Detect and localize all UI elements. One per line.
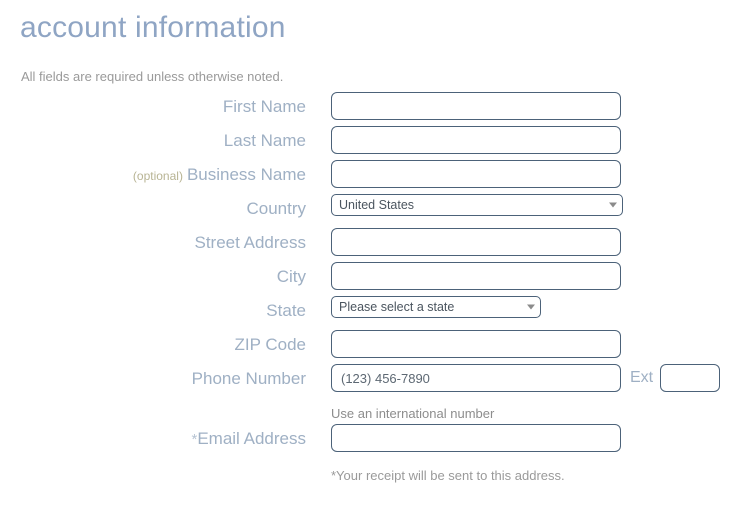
label-phone-number: Phone Number bbox=[0, 364, 306, 394]
account-information-page: account information All fields are requi… bbox=[0, 0, 755, 506]
form-row-business-name: (optional) Business Name bbox=[0, 160, 755, 194]
label-phone-number-text: Phone Number bbox=[191, 369, 306, 388]
field-country: United States bbox=[306, 194, 755, 216]
form-row-street-address: Street Address bbox=[0, 228, 755, 262]
label-last-name: Last Name bbox=[0, 126, 306, 156]
phone-number-input[interactable] bbox=[331, 364, 621, 392]
field-first-name bbox=[306, 92, 755, 120]
ext-label: Ext bbox=[630, 369, 654, 386]
international-number-link[interactable]: Use an international number bbox=[331, 406, 494, 422]
city-input[interactable] bbox=[331, 262, 621, 290]
label-country-text: Country bbox=[246, 199, 306, 218]
label-street-address: Street Address bbox=[0, 228, 306, 258]
label-business-name: (optional) Business Name bbox=[0, 160, 306, 191]
form-row-city: City bbox=[0, 262, 755, 296]
state-select[interactable]: Please select a state bbox=[331, 296, 541, 318]
state-select-value[interactable]: Please select a state bbox=[331, 296, 541, 318]
label-business-name-text: Business Name bbox=[186, 165, 306, 184]
form-row-state: State Please select a state bbox=[0, 296, 755, 330]
form-row-first-name: First Name bbox=[0, 92, 755, 126]
label-state: State bbox=[0, 296, 306, 326]
field-phone-number: Ext bbox=[306, 364, 755, 392]
account-information-form: First Name Last Name (optional) Business … bbox=[0, 92, 755, 458]
label-zip-code: ZIP Code bbox=[0, 330, 306, 360]
optional-tag-business-name: (optional) bbox=[132, 169, 183, 183]
form-row-country: Country United States bbox=[0, 194, 755, 228]
last-name-input[interactable] bbox=[331, 126, 621, 154]
label-first-name-text: First Name bbox=[222, 97, 306, 116]
business-name-input[interactable] bbox=[331, 160, 621, 188]
form-row-zip-code: ZIP Code bbox=[0, 330, 755, 364]
label-country: Country bbox=[0, 194, 306, 224]
field-city bbox=[306, 262, 755, 290]
label-zip-code-text: ZIP Code bbox=[234, 335, 306, 354]
label-first-name: First Name bbox=[0, 92, 306, 122]
label-city: City bbox=[0, 262, 306, 292]
country-select-value[interactable]: United States bbox=[331, 194, 623, 216]
label-city-text: City bbox=[276, 267, 306, 286]
form-row-phone-number: Phone Number Ext bbox=[0, 364, 755, 398]
form-subtitle: All fields are required unless otherwise… bbox=[21, 69, 284, 84]
country-select[interactable]: United States bbox=[331, 194, 623, 216]
street-address-input[interactable] bbox=[331, 228, 621, 256]
field-street-address bbox=[306, 228, 755, 256]
label-state-text: State bbox=[266, 301, 306, 320]
label-email-address: *Email Address bbox=[0, 424, 306, 455]
label-email-address-text: Email Address bbox=[197, 429, 306, 448]
form-row-email-address: *Email Address bbox=[0, 424, 755, 458]
field-zip-code bbox=[306, 330, 755, 358]
email-receipt-footnote: *Your receipt will be sent to this addre… bbox=[331, 468, 565, 483]
field-business-name bbox=[306, 160, 755, 188]
label-street-address-text: Street Address bbox=[194, 233, 306, 252]
field-email-address bbox=[306, 424, 755, 452]
zip-code-input[interactable] bbox=[331, 330, 621, 358]
form-row-last-name: Last Name bbox=[0, 126, 755, 160]
field-last-name bbox=[306, 126, 755, 154]
label-last-name-text: Last Name bbox=[223, 131, 306, 150]
email-address-input[interactable] bbox=[331, 424, 621, 452]
first-name-input[interactable] bbox=[331, 92, 621, 120]
field-state: Please select a state bbox=[306, 296, 755, 318]
phone-extension-input[interactable] bbox=[660, 364, 721, 392]
page-title: account information bbox=[20, 11, 286, 44]
